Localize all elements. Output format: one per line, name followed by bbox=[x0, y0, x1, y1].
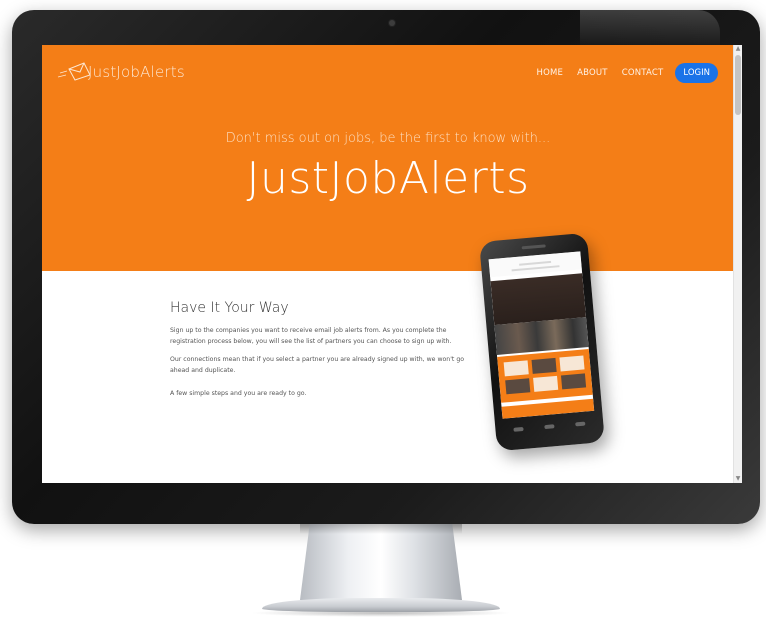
content-section: Have It Your Way Sign up to the companie… bbox=[42, 271, 734, 483]
site-logo[interactable]: JustJobAlerts bbox=[56, 59, 185, 81]
scroll-down-arrow-icon[interactable]: ▼ bbox=[735, 476, 741, 482]
phone-screen-footer bbox=[501, 398, 595, 419]
monitor-stand-neck bbox=[300, 524, 462, 600]
phone-menu-key-icon bbox=[575, 421, 586, 427]
hero-tagline: Don't miss out on jobs, be the first to … bbox=[225, 131, 551, 146]
section-paragraph: A few simple steps and you are ready to … bbox=[170, 390, 307, 397]
monitor-mockup: JustJobAlerts HOME ABOUT CONTACT LOGIN D… bbox=[0, 0, 766, 619]
hero-banner: JustJobAlerts HOME ABOUT CONTACT LOGIN D… bbox=[42, 45, 734, 271]
nav-about-link[interactable]: ABOUT bbox=[577, 68, 608, 78]
logo-text: JustJobAlerts bbox=[88, 63, 185, 81]
phone-screen-tile bbox=[503, 360, 529, 377]
phone-screen-tile bbox=[531, 357, 557, 374]
login-button[interactable]: LOGIN bbox=[675, 63, 718, 83]
scrollbar-thumb[interactable] bbox=[735, 55, 741, 115]
phone-screen-tile bbox=[559, 355, 585, 372]
phone-screen-tile bbox=[560, 373, 587, 390]
hero-title: JustJobAlerts bbox=[246, 153, 530, 204]
scroll-up-arrow-icon[interactable]: ▲ bbox=[735, 46, 741, 52]
nav-contact-link[interactable]: CONTACT bbox=[622, 68, 664, 78]
section-title: Have It Your Way bbox=[170, 300, 289, 316]
phone-screen bbox=[488, 251, 595, 419]
phone-home-key-icon bbox=[544, 424, 555, 430]
monitor-stand-shadow bbox=[300, 524, 462, 534]
page-scrollbar[interactable]: ▲ ▼ bbox=[733, 45, 742, 483]
smartphone-mockup bbox=[479, 232, 605, 452]
main-navigation: HOME ABOUT CONTACT LOGIN bbox=[523, 63, 718, 83]
bezel-reflection bbox=[580, 10, 720, 50]
phone-speaker bbox=[521, 244, 546, 250]
monitor-stand-base bbox=[262, 598, 500, 612]
nav-home-link[interactable]: HOME bbox=[537, 68, 564, 78]
phone-screen-tile bbox=[505, 378, 531, 395]
phone-screen-tile bbox=[533, 375, 559, 392]
phone-keys bbox=[513, 421, 586, 432]
section-paragraph: Sign up to the companies you want to rec… bbox=[170, 327, 452, 345]
webcam-icon bbox=[389, 20, 395, 26]
phone-back-key-icon bbox=[513, 426, 524, 432]
section-paragraph: Our connections mean that if you select … bbox=[170, 356, 465, 374]
monitor-screen: JustJobAlerts HOME ABOUT CONTACT LOGIN D… bbox=[42, 45, 742, 483]
